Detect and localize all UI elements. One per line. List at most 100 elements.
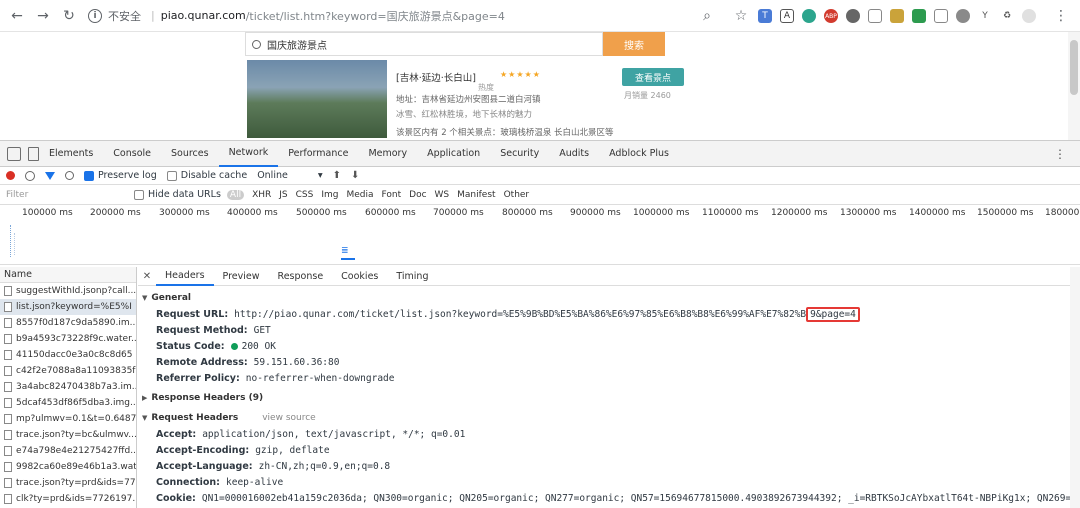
preserve-log-checkbox[interactable]: Preserve log bbox=[84, 170, 157, 181]
request-row[interactable]: trace.json?ty=bc&ulmwv... bbox=[0, 427, 136, 443]
request-row[interactable]: trace.json?ty=prd&ids=77... bbox=[0, 475, 136, 491]
network-overview-timeline[interactable]: 100000 ms 200000 ms 300000 ms 400000 ms … bbox=[0, 205, 1080, 265]
request-row[interactable]: clk?ty=prd&ids=7726197... bbox=[0, 491, 136, 507]
tab-network[interactable]: Network bbox=[218, 141, 279, 167]
request-headers-toggle[interactable]: ▼ Request Headers view source bbox=[138, 410, 1080, 426]
tab-response[interactable]: Response bbox=[269, 267, 333, 286]
translate-extension-icon[interactable]: T bbox=[758, 9, 772, 23]
filter-type-js[interactable]: JS bbox=[279, 190, 287, 200]
bulb-extension-icon[interactable] bbox=[846, 9, 860, 23]
pocket-extension-icon[interactable] bbox=[890, 9, 904, 23]
circle-extension-icon[interactable] bbox=[802, 9, 816, 23]
filter-icon[interactable] bbox=[45, 171, 55, 180]
bookmark-star-icon[interactable]: ☆ bbox=[732, 7, 750, 25]
request-row[interactable]: 9982ca60e89e46b1a3.wat... bbox=[0, 459, 136, 475]
inspect-element-icon[interactable] bbox=[7, 146, 21, 161]
search-icon[interactable] bbox=[65, 171, 74, 180]
general-section-toggle[interactable]: ▼ General bbox=[138, 290, 1080, 306]
tab-console[interactable]: Console bbox=[103, 141, 161, 167]
request-name: b9a4593c73228f9c.water... bbox=[16, 334, 136, 344]
detail-scrollbar[interactable] bbox=[1070, 267, 1080, 508]
request-row[interactable]: 41150dacc0e3a0c8c8d65 bbox=[0, 347, 136, 363]
disable-cache-checkbox[interactable]: Disable cache bbox=[166, 170, 247, 181]
request-row[interactable]: c42f2e7088a8a11093835f bbox=[0, 363, 136, 379]
view-source-link[interactable]: view source bbox=[262, 413, 315, 423]
request-row[interactable]: 3a4abc82470438b7a3.im... bbox=[0, 379, 136, 395]
tab-cookies[interactable]: Cookies bbox=[332, 267, 387, 286]
clear-icon[interactable] bbox=[25, 170, 35, 181]
page-scrollbar[interactable] bbox=[1068, 32, 1080, 140]
response-headers-toggle[interactable]: ▶ Response Headers (9) bbox=[138, 390, 1080, 406]
url-separator: | bbox=[151, 9, 155, 22]
tab-preview[interactable]: Preview bbox=[214, 267, 269, 286]
profile-avatar-icon[interactable] bbox=[1022, 9, 1036, 23]
tab-application[interactable]: Application bbox=[417, 141, 490, 167]
shield-extension-icon[interactable] bbox=[868, 9, 882, 23]
filter-type-manifest[interactable]: Manifest bbox=[457, 190, 495, 200]
tab-security[interactable]: Security bbox=[490, 141, 549, 167]
hide-data-urls-check[interactable] bbox=[134, 189, 144, 200]
zoom-icon[interactable]: ⌕ bbox=[698, 7, 716, 25]
file-icon bbox=[4, 430, 12, 440]
request-row[interactable]: b9a4593c73228f9c.water... bbox=[0, 331, 136, 347]
camera-extension-icon[interactable] bbox=[934, 9, 948, 23]
throttle-select[interactable]: Online ▾ bbox=[257, 170, 322, 181]
tab-audits[interactable]: Audits bbox=[549, 141, 599, 167]
filter-type-img[interactable]: Img bbox=[321, 190, 338, 200]
filter-type-ws[interactable]: WS bbox=[435, 190, 450, 200]
remote-address-value: 59.151.60.36:80 bbox=[253, 356, 340, 368]
timeline-tick: 1500000 ms bbox=[977, 208, 1034, 218]
adblock-extension-icon[interactable]: ABP bbox=[824, 9, 838, 23]
request-row[interactable]: 5dcaf453df86f5dba3.img... bbox=[0, 395, 136, 411]
result-thumbnail[interactable] bbox=[247, 60, 387, 138]
preserve-log-check[interactable] bbox=[84, 170, 94, 181]
info-icon[interactable]: i bbox=[88, 8, 102, 23]
filter-type-media[interactable]: Media bbox=[347, 190, 374, 200]
forward-icon[interactable]: → bbox=[34, 7, 52, 25]
filter-type-css[interactable]: CSS bbox=[296, 190, 314, 200]
tab-adblock-plus[interactable]: Adblock Plus bbox=[599, 141, 679, 167]
disable-cache-check[interactable] bbox=[166, 170, 177, 181]
export-har-icon[interactable]: ⬇ bbox=[351, 170, 359, 181]
tab-sources[interactable]: Sources bbox=[161, 141, 219, 167]
globe-extension-icon[interactable] bbox=[956, 9, 970, 23]
request-row[interactable]: mp?ulmwv=0.1&t=0.6487... bbox=[0, 411, 136, 427]
tab-headers[interactable]: Headers bbox=[156, 267, 214, 286]
filter-type-other[interactable]: Other bbox=[504, 190, 530, 200]
site-search-button[interactable]: 搜索 bbox=[603, 32, 665, 56]
tab-elements[interactable]: Elements bbox=[39, 141, 103, 167]
view-attraction-button[interactable]: 查看景点 bbox=[622, 68, 684, 86]
tab-timing[interactable]: Timing bbox=[387, 267, 437, 286]
import-har-icon[interactable]: ⬆ bbox=[333, 170, 341, 181]
request-row[interactable]: e74a798e4e21275427ffd... bbox=[0, 443, 136, 459]
dictionary-extension-icon[interactable]: A bbox=[780, 9, 794, 23]
request-row[interactable]: suggestWithId.jsonp?call... bbox=[0, 283, 136, 299]
site-search-input[interactable]: 国庆旅游景点 bbox=[245, 32, 603, 56]
grid-extension-icon[interactable] bbox=[912, 9, 926, 23]
request-row[interactable]: 8557f0d187c9da5890.im... bbox=[0, 315, 136, 331]
filter-type-all[interactable]: All bbox=[226, 189, 245, 200]
tab-memory[interactable]: Memory bbox=[358, 141, 417, 167]
filter-type-doc[interactable]: Doc bbox=[409, 190, 426, 200]
hide-data-urls-checkbox[interactable]: Hide data URLs bbox=[134, 189, 221, 200]
request-row-selected[interactable]: list.json?keyword=%E5%I bbox=[0, 299, 136, 315]
back-icon[interactable]: ← bbox=[8, 7, 26, 25]
record-icon[interactable] bbox=[6, 171, 15, 180]
request-url-row: Request URL: http://piao.qunar.com/ticke… bbox=[138, 306, 1080, 322]
request-list-header[interactable]: Name bbox=[0, 267, 136, 283]
result-location[interactable]: [吉林·延边·长白山] bbox=[396, 70, 476, 84]
filter-type-font[interactable]: Font bbox=[382, 190, 402, 200]
device-toolbar-icon[interactable] bbox=[28, 146, 39, 161]
filter-type-xhr[interactable]: XHR bbox=[252, 190, 271, 200]
timeline-tick: 900000 ms bbox=[570, 208, 621, 218]
filter-input[interactable]: Filter bbox=[4, 187, 134, 203]
recycle-extension-icon[interactable]: ♻ bbox=[1000, 9, 1014, 23]
tab-performance[interactable]: Performance bbox=[278, 141, 358, 167]
chrome-menu-icon[interactable]: ⋮ bbox=[1052, 7, 1070, 25]
page-scrollbar-thumb[interactable] bbox=[1070, 40, 1078, 95]
close-icon[interactable]: ✕ bbox=[138, 271, 156, 282]
address-bar[interactable]: i 不安全 | piao.qunar.com/ticket/list.htm?k… bbox=[88, 5, 688, 27]
reload-icon[interactable]: ↻ bbox=[60, 7, 78, 25]
devtools-menu-icon[interactable]: ⋮ bbox=[1054, 147, 1066, 161]
arrow-extension-icon[interactable]: Y bbox=[978, 9, 992, 23]
